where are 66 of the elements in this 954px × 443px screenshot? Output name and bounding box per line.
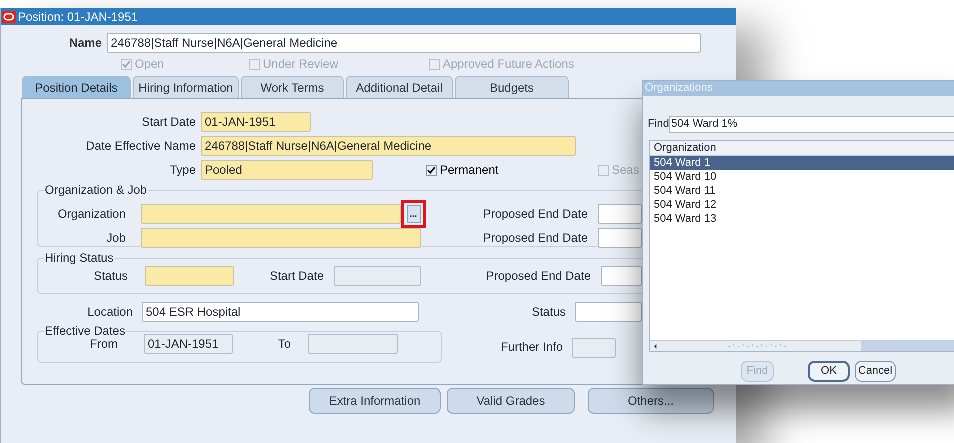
- action-button[interactable]: Others...: [588, 388, 714, 414]
- text-field[interactable]: 504 ESR Hospital: [142, 302, 419, 322]
- list-of-values-button[interactable]: ...: [406, 205, 420, 223]
- checkbox-label: Under Review: [263, 56, 338, 73]
- field-label: Status: [530, 304, 566, 321]
- field-label: Date Effective Name: [85, 138, 196, 155]
- check-icon: [427, 166, 436, 174]
- find-field[interactable]: 504 Ward 1%: [669, 116, 954, 133]
- checkbox-label: Seas: [612, 162, 640, 179]
- text-field[interactable]: [308, 334, 398, 354]
- group-title: Hiring Status: [44, 252, 115, 265]
- checkbox-label: Permanent: [440, 162, 499, 179]
- field-label: Start Date: [140, 114, 196, 131]
- text-field[interactable]: [141, 228, 421, 248]
- field-label: Name: [68, 35, 102, 52]
- text-field[interactable]: [572, 338, 616, 358]
- field-label: Proposed End Date: [482, 206, 588, 223]
- field-label: To: [277, 336, 291, 353]
- text-field[interactable]: [575, 302, 642, 322]
- list-row[interactable]: 504 Ward 13: [650, 212, 954, 226]
- list-row[interactable]: 504 Ward 1: [650, 156, 954, 170]
- field-label: Find: [648, 117, 670, 132]
- text-field[interactable]: 01-JAN-1951: [201, 112, 311, 132]
- text-field[interactable]: Pooled: [201, 160, 373, 180]
- column-header: Organization: [650, 141, 954, 156]
- tab[interactable]: Position Details: [22, 76, 131, 98]
- horizontal-scrollbar[interactable]: [650, 340, 954, 351]
- field-label: Location: [86, 304, 133, 321]
- check-icon: [122, 60, 131, 68]
- list-row[interactable]: 504 Ward 10: [650, 170, 954, 184]
- field-label: Start Date: [268, 268, 324, 285]
- field-label: Job: [106, 230, 126, 247]
- field-label: Further Info: [500, 339, 563, 356]
- checkbox-label: Approved Future Actions: [443, 56, 574, 73]
- field-label: Proposed End Date: [485, 268, 591, 285]
- field-label: Proposed End Date: [482, 230, 588, 247]
- text-field[interactable]: 246788|Staff Nurse|N6A|General Medicine: [107, 33, 701, 53]
- checkbox[interactable]: [426, 164, 437, 176]
- text-field[interactable]: [598, 204, 642, 224]
- action-button[interactable]: Valid Grades: [447, 388, 575, 414]
- dialog-button[interactable]: OK: [808, 361, 850, 382]
- text-field[interactable]: [141, 204, 401, 224]
- group-title: Effective Dates: [44, 325, 126, 338]
- field-label: Status: [92, 268, 128, 285]
- dialog-title: Organizations: [645, 81, 713, 96]
- text-field[interactable]: [334, 266, 421, 286]
- tab[interactable]: Hiring Information: [133, 76, 239, 98]
- text-field[interactable]: [145, 266, 234, 286]
- text-field[interactable]: [598, 228, 642, 248]
- group-title: Organization & Job: [44, 184, 148, 197]
- field-label: From: [89, 336, 118, 353]
- checkbox-label: Open: [135, 56, 164, 73]
- dialog-button[interactable]: Cancel: [855, 361, 896, 382]
- tab[interactable]: Budgets: [455, 76, 569, 98]
- text-field[interactable]: 01-JAN-1951: [144, 334, 233, 354]
- tab[interactable]: Additional Detail: [346, 76, 453, 98]
- list-row[interactable]: 504 Ward 12: [650, 198, 954, 212]
- text-field[interactable]: [601, 266, 642, 286]
- field-label: Type: [168, 162, 196, 179]
- list-row[interactable]: 504 Ward 11: [650, 184, 954, 198]
- app-logo-icon: [2, 10, 16, 22]
- window-title: Position: 01-JAN-1951: [18, 8, 138, 26]
- tab[interactable]: Work Terms: [241, 76, 344, 98]
- field-label: Organization: [56, 206, 126, 223]
- text-field[interactable]: 246788|Staff Nurse|N6A|General Medicine: [201, 136, 576, 156]
- action-button[interactable]: Extra Information: [309, 388, 441, 414]
